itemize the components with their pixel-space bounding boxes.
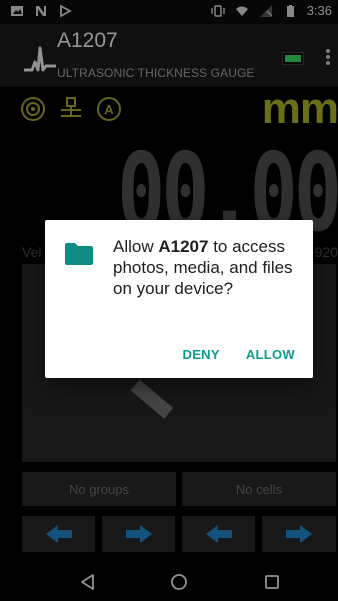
deny-button[interactable]: DENY	[183, 347, 220, 362]
message-prefix: Allow	[113, 237, 159, 256]
folder-icon	[65, 243, 93, 265]
allow-button[interactable]: ALLOW	[246, 347, 295, 362]
permission-message: Allow A1207 to access photos, media, and…	[113, 236, 303, 299]
permission-dialog: Allow A1207 to access photos, media, and…	[45, 220, 313, 378]
message-app-name: A1207	[158, 237, 209, 256]
